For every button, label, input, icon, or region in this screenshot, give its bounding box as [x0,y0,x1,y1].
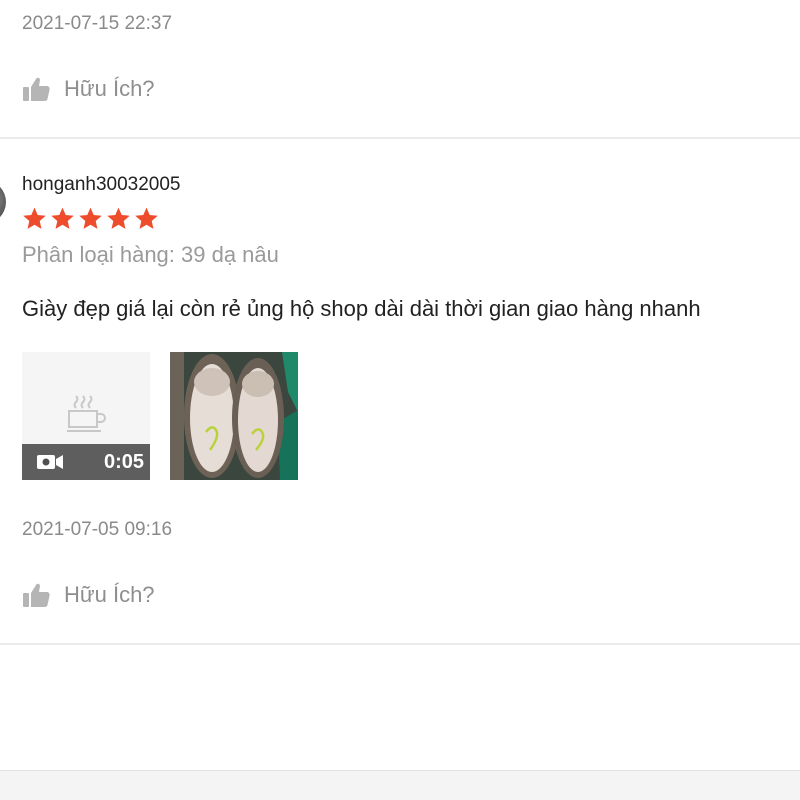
video-camera-icon [37,455,63,469]
review-divider [0,137,800,139]
helpful-label: Hữu Ích? [64,76,155,101]
review-video-thumbnail[interactable]: 0:05 [22,352,150,480]
review-list: 2021-07-15 22:37 Hữu Ích? honganh3003200… [0,0,800,800]
helpful-button[interactable]: Hữu Ích? [22,582,155,608]
review-variant: Phân loại hàng: 39 dạ nâu [22,242,279,267]
thumbs-up-icon [23,77,50,101]
video-duration: 0:05 [103,450,144,473]
star-icon [51,207,74,229]
video-info-bar: 0:05 [22,444,150,480]
review-timestamp: 2021-07-05 09:16 [22,519,173,540]
star-icon [79,207,102,229]
review-username: honganh30032005 [22,174,181,195]
coffee-cup-icon [67,395,106,432]
star-icon [107,207,130,229]
rating-stars [22,206,159,231]
helpful-label: Hữu Ích? [64,582,155,607]
shoes-photo [170,352,298,480]
avatar[interactable] [0,180,6,224]
thumbs-up-icon [23,583,50,607]
review-text: Giày đẹp giá lại còn rẻ ủng hộ shop dài … [22,296,701,321]
review-divider [0,643,800,645]
star-icon [135,207,158,229]
star-icon [23,207,46,229]
pagination-area [0,770,800,800]
review-timestamp: 2021-07-15 22:37 [22,13,173,34]
review-photo-thumbnail[interactable] [170,352,298,480]
helpful-button[interactable]: Hữu Ích? [22,76,155,102]
